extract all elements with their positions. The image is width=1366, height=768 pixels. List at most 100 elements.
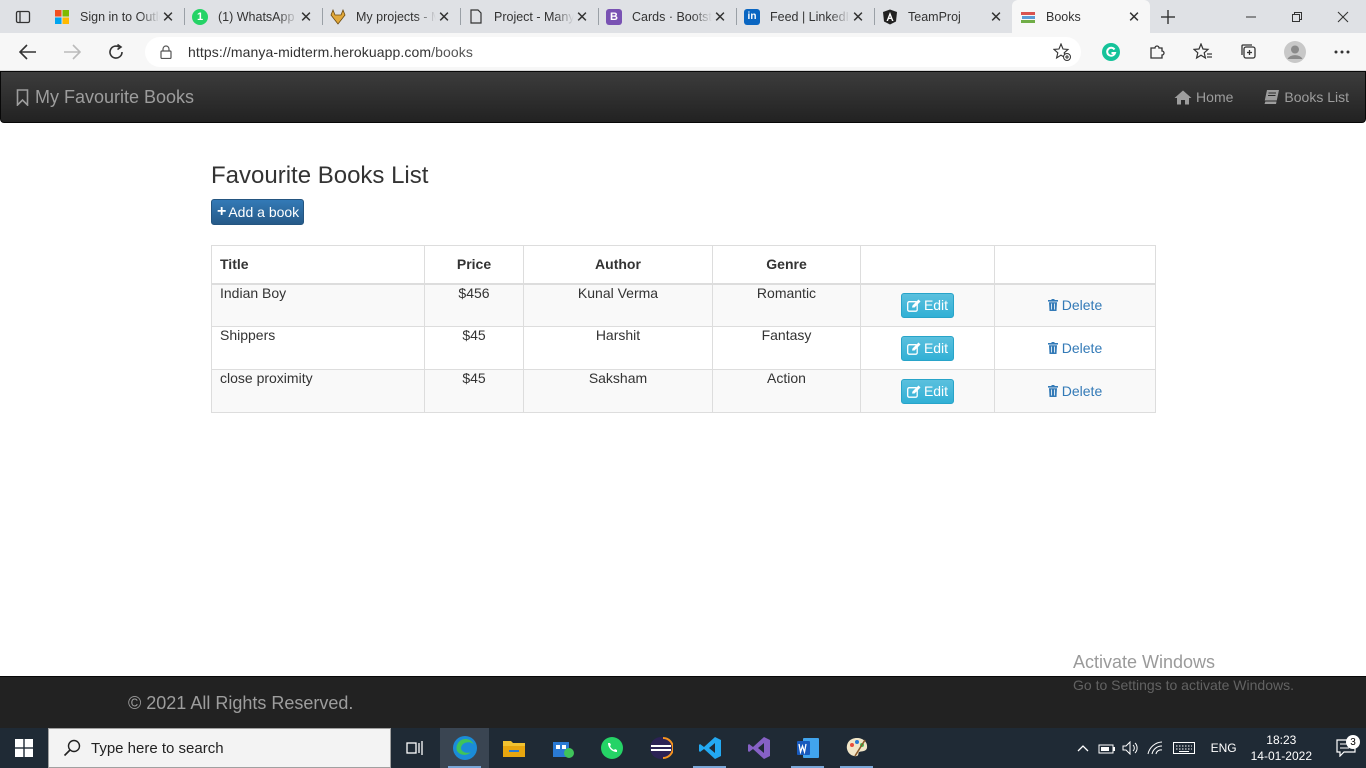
delete-link[interactable]: Delete	[1047, 339, 1103, 356]
taskbar-whatsapp[interactable]	[587, 728, 636, 768]
settings-menu-button[interactable]	[1318, 33, 1366, 71]
language-indicator[interactable]: ENG	[1211, 741, 1237, 755]
edit-label: Edit	[923, 383, 949, 399]
book-author-cell: Kunal Verma	[523, 283, 713, 327]
close-icon[interactable]: ✕	[436, 8, 452, 26]
grammarly-button[interactable]	[1088, 33, 1134, 71]
task-view-button[interactable]	[391, 728, 440, 768]
close-icon[interactable]: ✕	[712, 8, 728, 26]
table-row: close proximity $45 Saksham Action Edit …	[211, 369, 1156, 413]
plus-icon	[1161, 9, 1175, 24]
browser-tab[interactable]: TeamProj ✕	[874, 0, 1012, 33]
navbar-brand[interactable]: My Favourite Books	[16, 87, 194, 108]
close-icon[interactable]: ✕	[298, 8, 314, 26]
edit-button[interactable]: Edit	[900, 335, 955, 361]
tab-title: My projects - Mavenlink	[356, 9, 436, 24]
browser-tab-strip: Sign in to Outlook ✕ 1 (1) WhatsApp ✕ My…	[0, 0, 1366, 33]
taskbar-eclipse[interactable]	[636, 728, 685, 768]
browser-tab[interactable]: My projects - Mavenlink ✕	[322, 0, 460, 33]
browser-tab[interactable]: Project - Manya ✕	[460, 0, 598, 33]
chevron-up-icon[interactable]	[1071, 744, 1095, 752]
browser-tab[interactable]: B Cards · Bootstrap ✕	[598, 0, 736, 33]
clock[interactable]: 18:23 14-01-2022	[1251, 732, 1312, 764]
taskbar-edge[interactable]	[440, 728, 489, 768]
start-button[interactable]	[0, 728, 48, 768]
edit-label: Edit	[923, 297, 949, 314]
browser-tab[interactable]: 1 (1) WhatsApp ✕	[184, 0, 322, 33]
close-icon[interactable]: ✕	[574, 8, 590, 26]
microsoft-icon	[54, 9, 70, 25]
close-icon[interactable]: ✕	[850, 8, 866, 26]
delete-label: Delete	[1061, 339, 1103, 356]
close-icon	[1337, 11, 1349, 22]
book-price-cell: $45	[424, 326, 524, 370]
notifications-button[interactable]: 3	[1326, 735, 1366, 757]
battery-icon[interactable]	[1095, 742, 1119, 754]
column-header-edit	[860, 245, 995, 285]
eclipse-icon	[649, 737, 673, 759]
keyboard-icon[interactable]	[1167, 742, 1201, 754]
linkedin-icon: in	[744, 8, 760, 25]
delete-link[interactable]: Delete	[1047, 382, 1103, 399]
browser-toolbar: https://manya-midterm.herokuapp.com/book…	[0, 33, 1366, 71]
profile-button[interactable]	[1272, 33, 1318, 71]
new-tab-button[interactable]	[1150, 0, 1186, 33]
home-icon	[1174, 90, 1192, 104]
site-navbar: My Favourite Books Home Books List	[0, 71, 1366, 123]
delete-cell: Delete	[994, 326, 1156, 370]
edit-icon	[906, 299, 921, 312]
nav-link-home[interactable]: Home	[1174, 89, 1233, 105]
address-bar[interactable]: https://manya-midterm.herokuapp.com/book…	[145, 37, 1081, 67]
extensions-button[interactable]	[1134, 33, 1180, 71]
taskbar-file-explorer[interactable]	[489, 728, 538, 768]
url-path: /books	[431, 44, 474, 60]
taskbar-vscode[interactable]	[685, 728, 734, 768]
forward-button[interactable]	[50, 33, 94, 71]
browser-tab[interactable]: Sign in to Outlook ✕	[46, 0, 184, 33]
refresh-button[interactable]	[94, 33, 138, 71]
collections-button[interactable]	[1226, 33, 1272, 71]
tab-title: Feed | LinkedIn	[770, 9, 850, 24]
taskbar-word[interactable]	[783, 728, 832, 768]
delete-cell: Delete	[994, 369, 1156, 413]
minimize-button[interactable]	[1228, 0, 1274, 33]
edit-label: Edit	[923, 340, 949, 356]
notification-badge: 3	[1346, 735, 1360, 749]
back-button[interactable]	[6, 33, 50, 71]
wifi-icon[interactable]	[1143, 741, 1167, 755]
volume-icon[interactable]	[1119, 741, 1143, 755]
close-icon[interactable]: ✕	[1126, 8, 1142, 26]
favorites-button[interactable]	[1180, 33, 1226, 71]
add-favorite-icon[interactable]	[1053, 43, 1071, 61]
delete-link[interactable]: Delete	[1047, 297, 1102, 313]
nav-link-books-list[interactable]: Books List	[1263, 89, 1349, 105]
column-header-delete	[994, 245, 1156, 285]
taskbar-search[interactable]: Type here to search	[48, 728, 391, 768]
tab-actions-button[interactable]	[0, 0, 46, 33]
visual-studio-icon	[747, 737, 770, 759]
document-icon	[468, 9, 484, 25]
delete-label: Delete	[1061, 382, 1103, 399]
edit-cell: Edit	[860, 326, 995, 370]
edit-button[interactable]: Edit	[900, 378, 955, 404]
table-row: Shippers $45 Harshit Fantasy Edit Delete	[211, 326, 1156, 370]
tab-title: Project - Manya	[494, 9, 574, 24]
close-icon[interactable]: ✕	[160, 8, 176, 26]
url-text: https://manya-midterm.herokuapp.com/book…	[188, 44, 473, 60]
browser-tab[interactable]: in Feed | LinkedIn ✕	[736, 0, 874, 33]
arrow-left-icon	[19, 43, 36, 60]
close-icon[interactable]: ✕	[988, 8, 1004, 26]
taskbar-store[interactable]	[538, 728, 587, 768]
folder-icon	[502, 741, 525, 757]
restore-button[interactable]	[1274, 0, 1320, 33]
books-icon	[1020, 9, 1036, 25]
book-icon	[1263, 90, 1280, 105]
close-window-button[interactable]	[1320, 0, 1366, 33]
edit-button[interactable]: Edit	[900, 292, 955, 318]
add-book-button[interactable]: + Add a book	[211, 199, 305, 225]
tab-title: Books	[1046, 9, 1081, 24]
edit-cell: Edit	[860, 369, 995, 413]
browser-tab-active[interactable]: Books ✕	[1012, 0, 1150, 33]
taskbar-paint[interactable]	[832, 728, 881, 768]
taskbar-visual-studio[interactable]	[734, 728, 783, 768]
